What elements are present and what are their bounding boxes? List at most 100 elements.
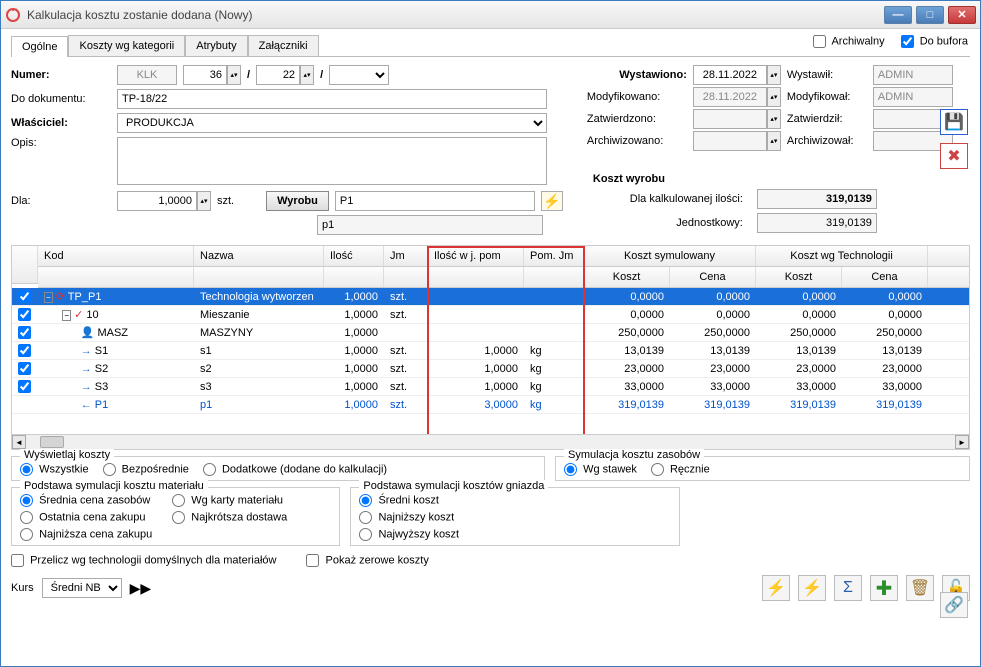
close-window-button[interactable]: ✕ <box>948 6 976 24</box>
table-row[interactable]: → S1s11,0000szt.1,0000kg13,013913,013913… <box>12 342 969 360</box>
table-row[interactable]: − ✓ 10Mieszanie1,0000szt.0,00000,00000,0… <box>12 306 969 324</box>
wlasciciel-select[interactable]: PRODUKCJA <box>117 113 547 133</box>
numer-prefix <box>117 65 177 85</box>
minimize-button[interactable]: — <box>884 6 912 24</box>
dla-label: Dla: <box>11 195 111 207</box>
kalkulowana-label: Dla kalkulowanej ilości: <box>593 193 743 205</box>
modyfikowal-val <box>873 87 953 107</box>
sigma-icon[interactable]: Σ <box>834 575 862 601</box>
trash-icon[interactable]: 🗑 <box>906 575 934 601</box>
radio-dodatkowe[interactable]: Dodatkowe (dodane do kalkulacji) <box>203 463 387 476</box>
gniazda-legend: Podstawa symulacji kosztów gniazda <box>359 480 548 492</box>
wyrobu-input[interactable] <box>335 191 535 211</box>
radio-wgstawek[interactable]: Wg stawek <box>564 463 637 476</box>
link-icon[interactable]: 🔗 <box>940 592 968 618</box>
tobuffer-checkbox[interactable]: Do bufora <box>901 35 968 48</box>
header-jm[interactable]: Jm <box>384 246 428 266</box>
grid-scrollbar[interactable]: ◄ ► <box>11 434 970 450</box>
modyfikowano-label: Modyfikowano: <box>587 91 687 103</box>
numer-label: Numer: <box>11 69 111 81</box>
forward-icon[interactable]: ▶▶ <box>130 580 152 597</box>
lightning2-icon[interactable]: ⚡ <box>798 575 826 601</box>
numer-b-input[interactable] <box>256 65 300 85</box>
zatwierdzono-input <box>693 109 767 129</box>
wyrobu-button[interactable]: Wyrobu <box>266 191 329 211</box>
add-icon[interactable]: ✚ <box>870 575 898 601</box>
zatwierdzono-label: Zatwierdzono: <box>587 113 687 125</box>
cost-grid[interactable]: Kod Nazwa Ilość Jm Ilość w j. pom Pom. J… <box>11 245 970 435</box>
table-row[interactable]: ← P1p11,0000szt.3,0000kg319,0139319,0139… <box>12 396 969 414</box>
tab-zalaczniki[interactable]: Załączniki <box>248 35 319 56</box>
koszt-wyrobu-title: Koszt wyrobu <box>593 173 947 185</box>
tab-kategorie[interactable]: Koszty wg kategorii <box>68 35 185 56</box>
kalkulowana-val <box>757 189 877 209</box>
modyfikowal-label: Modyfikował: <box>787 91 867 103</box>
radio-wszystkie[interactable]: Wszystkie <box>20 463 89 476</box>
material-legend: Podstawa symulacji kosztu materiału <box>20 480 208 492</box>
jednostkowy-val <box>757 213 877 233</box>
header-kod[interactable]: Kod <box>38 246 194 266</box>
header-pomjm[interactable]: Pom. Jm <box>524 246 584 266</box>
radio-najkrotsza[interactable]: Najkrótsza dostawa <box>172 511 287 524</box>
jednostkowy-label: Jednostkowy: <box>593 217 743 229</box>
symulacja-legend: Symulacja kosztu zasobów <box>564 449 704 461</box>
table-row[interactable]: − ⟳ TP_P1Technologia wytworzen1,0000szt.… <box>12 288 969 306</box>
header-iloscpom[interactable]: Ilość w j. pom <box>428 246 524 266</box>
wystawil-label: Wystawił: <box>787 69 867 81</box>
dla-input[interactable] <box>117 191 197 211</box>
wystawil-val <box>873 65 953 85</box>
radio-bezposrednie[interactable]: Bezpośrednie <box>103 463 189 476</box>
archiwizowano-label: Archiwizowano: <box>587 135 687 147</box>
radio-srednia[interactable]: Średnia cena zasobów <box>20 494 152 507</box>
header-technologii[interactable]: Koszt wg Technologii <box>756 246 928 266</box>
lightning-icon[interactable]: ⚡ <box>541 191 563 211</box>
wystawiono-input[interactable] <box>693 65 767 85</box>
radio-recznie[interactable]: Ręcznie <box>651 463 710 476</box>
archiwizowal-label: Archiwizował: <box>787 135 867 147</box>
numer-suffix-select[interactable] <box>329 65 389 85</box>
p1-display <box>317 215 543 235</box>
przelicz-checkbox[interactable]: Przelicz wg technologii domyślnych dla m… <box>11 554 276 567</box>
numer-a-spin[interactable]: ▴▾ <box>227 65 241 85</box>
table-row[interactable]: → S2s21,0000szt.1,0000kg23,000023,000023… <box>12 360 969 378</box>
dodok-input[interactable] <box>117 89 547 109</box>
archival-checkbox[interactable]: Archiwalny <box>813 35 885 48</box>
app-icon <box>5 7 21 23</box>
wystawiono-label: Wystawiono: <box>587 69 687 81</box>
table-row[interactable]: → S3s31,0000szt.1,0000kg33,000033,000033… <box>12 378 969 396</box>
header-nazwa[interactable]: Nazwa <box>194 246 324 266</box>
wystawiono-spin[interactable]: ▴▾ <box>767 65 781 85</box>
radio-najnizszy[interactable]: Najniższy koszt <box>359 511 670 524</box>
dla-spin[interactable]: ▴▾ <box>197 191 211 211</box>
save-icon[interactable]: 💾 <box>940 109 968 135</box>
header-symulowany[interactable]: Koszt symulowany <box>584 246 756 266</box>
wlasciciel-label: Właściciel: <box>11 117 111 129</box>
window-title: Kalkulacja kosztu zostanie dodana (Nowy) <box>27 8 884 22</box>
tab-atrybuty[interactable]: Atrybuty <box>185 35 247 56</box>
modyfikowano-input <box>693 87 767 107</box>
cancel-icon[interactable]: ✖ <box>940 143 968 169</box>
radio-wgkarty[interactable]: Wg karty materiału <box>172 494 287 507</box>
radio-najnizsza[interactable]: Najniższa cena zakupu <box>20 528 152 541</box>
wyswietlaj-legend: Wyświetlaj koszty <box>20 449 114 461</box>
radio-najwyzszy[interactable]: Najwyższy koszt <box>359 528 670 541</box>
opis-label: Opis: <box>11 137 111 149</box>
tab-ogolne[interactable]: Ogólne <box>11 36 68 57</box>
table-row[interactable]: 👤 MASZMASZYNY1,0000250,0000250,0000250,0… <box>12 324 969 342</box>
kurs-select[interactable]: Średni NBP <box>42 578 122 598</box>
dodok-label: Do dokumentu: <box>11 93 111 105</box>
dla-jm: szt. <box>217 195 234 207</box>
zatwierdzil-label: Zatwierdził: <box>787 113 867 125</box>
numer-a-input[interactable] <box>183 65 227 85</box>
opis-textarea[interactable] <box>117 137 547 185</box>
lightning1-icon[interactable]: ⚡ <box>762 575 790 601</box>
radio-ostatnia[interactable]: Ostatnia cena zakupu <box>20 511 152 524</box>
maximize-button[interactable]: □ <box>916 6 944 24</box>
titlebar: Kalkulacja kosztu zostanie dodana (Nowy)… <box>1 1 980 29</box>
kurs-label: Kurs <box>11 582 34 594</box>
radio-sredni[interactable]: Średni koszt <box>359 494 670 507</box>
header-ilosc[interactable]: Ilość <box>324 246 384 266</box>
numer-b-spin[interactable]: ▴▾ <box>300 65 314 85</box>
archiwizowano-input <box>693 131 767 151</box>
pokaz-zerowe-checkbox[interactable]: Pokaż zerowe koszty <box>306 554 428 567</box>
